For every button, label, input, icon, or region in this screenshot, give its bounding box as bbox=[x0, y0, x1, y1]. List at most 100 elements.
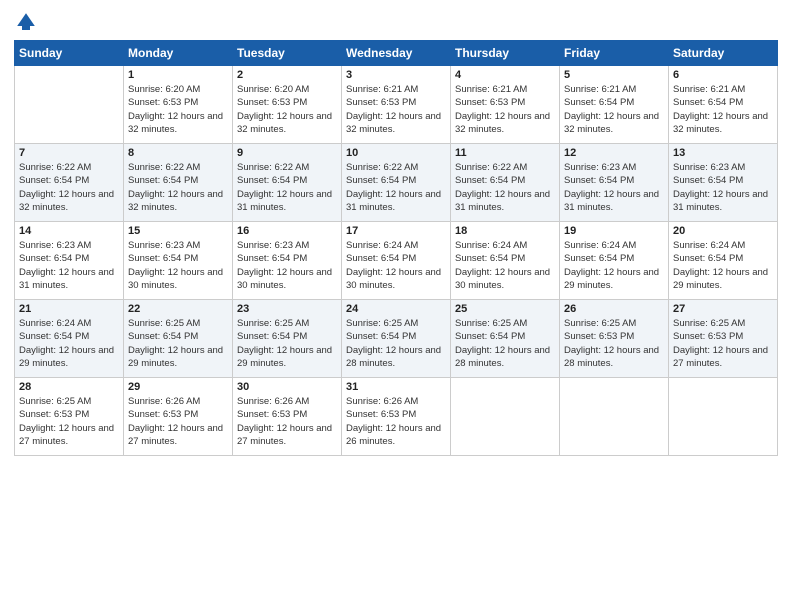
day-info: Sunrise: 6:24 AMSunset: 6:54 PMDaylight:… bbox=[346, 239, 446, 292]
day-cell: 9 Sunrise: 6:22 AMSunset: 6:54 PMDaylight… bbox=[233, 144, 342, 222]
logo-icon bbox=[14, 10, 38, 34]
day-cell: 13 Sunrise: 6:23 AMSunset: 6:54 PMDayligh… bbox=[669, 144, 778, 222]
day-cell: 27 Sunrise: 6:25 AMSunset: 6:53 PMDayligh… bbox=[669, 300, 778, 378]
header-cell-sunday: Sunday bbox=[15, 41, 124, 66]
day-number: 27 bbox=[673, 303, 773, 315]
day-info: Sunrise: 6:26 AMSunset: 6:53 PMDaylight:… bbox=[346, 395, 446, 448]
day-cell bbox=[15, 66, 124, 144]
day-cell: 12 Sunrise: 6:23 AMSunset: 6:54 PMDayligh… bbox=[560, 144, 669, 222]
header bbox=[14, 10, 778, 34]
day-cell: 10Sunrise: 6:22 AMSunset: 6:54 PMDayligh… bbox=[342, 144, 451, 222]
day-info: Sunrise: 6:22 AMSunset: 6:54 PMDaylight:… bbox=[128, 161, 228, 214]
day-cell: 22 Sunrise: 6:25 AMSunset: 6:54 PMDayligh… bbox=[124, 300, 233, 378]
day-info: Sunrise: 6:25 AMSunset: 6:54 PMDaylight:… bbox=[346, 317, 446, 370]
day-cell: 21 Sunrise: 6:24 AMSunset: 6:54 PMDayligh… bbox=[15, 300, 124, 378]
day-number: 7 bbox=[19, 147, 119, 159]
day-cell: 7Sunrise: 6:22 AMSunset: 6:54 PMDaylight… bbox=[15, 144, 124, 222]
header-cell-saturday: Saturday bbox=[669, 41, 778, 66]
calendar-table: SundayMondayTuesdayWednesdayThursdayFrid… bbox=[14, 40, 778, 456]
week-row-3: 14Sunrise: 6:23 AMSunset: 6:54 PMDayligh… bbox=[15, 222, 778, 300]
day-info: Sunrise: 6:20 AMSunset: 6:53 PMDaylight:… bbox=[128, 83, 228, 136]
day-cell: 19Sunrise: 6:24 AMSunset: 6:54 PMDayligh… bbox=[560, 222, 669, 300]
day-number: 31 bbox=[346, 381, 446, 393]
day-number: 15 bbox=[128, 225, 228, 237]
header-cell-thursday: Thursday bbox=[451, 41, 560, 66]
day-info: Sunrise: 6:25 AMSunset: 6:54 PMDaylight:… bbox=[237, 317, 337, 370]
day-number: 11 bbox=[455, 147, 555, 159]
day-number: 12 bbox=[564, 147, 664, 159]
day-info: Sunrise: 6:23 AMSunset: 6:54 PMDaylight:… bbox=[673, 161, 773, 214]
day-cell: 29 Sunrise: 6:26 AMSunset: 6:53 PMDayligh… bbox=[124, 378, 233, 456]
day-number: 30 bbox=[237, 381, 337, 393]
day-cell: 2 Sunrise: 6:20 AMSunset: 6:53 PMDaylight… bbox=[233, 66, 342, 144]
day-cell: 3Sunrise: 6:21 AMSunset: 6:53 PMDaylight… bbox=[342, 66, 451, 144]
day-number: 1 bbox=[128, 69, 228, 81]
day-info: Sunrise: 6:20 AMSunset: 6:53 PMDaylight:… bbox=[237, 83, 337, 136]
day-info: Sunrise: 6:24 AMSunset: 6:54 PMDaylight:… bbox=[455, 239, 555, 292]
logo bbox=[14, 10, 42, 34]
day-cell: 30Sunrise: 6:26 AMSunset: 6:53 PMDayligh… bbox=[233, 378, 342, 456]
day-number: 10 bbox=[346, 147, 446, 159]
week-row-5: 28 Sunrise: 6:25 AMSunset: 6:53 PMDayligh… bbox=[15, 378, 778, 456]
header-cell-tuesday: Tuesday bbox=[233, 41, 342, 66]
day-info: Sunrise: 6:21 AMSunset: 6:54 PMDaylight:… bbox=[564, 83, 664, 136]
day-number: 21 bbox=[19, 303, 119, 315]
header-cell-friday: Friday bbox=[560, 41, 669, 66]
day-info: Sunrise: 6:23 AMSunset: 6:54 PMDaylight:… bbox=[19, 239, 119, 292]
day-info: Sunrise: 6:25 AMSunset: 6:53 PMDaylight:… bbox=[19, 395, 119, 448]
day-number: 8 bbox=[128, 147, 228, 159]
day-cell: 6 Sunrise: 6:21 AMSunset: 6:54 PMDaylight… bbox=[669, 66, 778, 144]
day-number: 22 bbox=[128, 303, 228, 315]
day-info: Sunrise: 6:21 AMSunset: 6:54 PMDaylight:… bbox=[673, 83, 773, 136]
day-cell: 15 Sunrise: 6:23 AMSunset: 6:54 PMDayligh… bbox=[124, 222, 233, 300]
day-number: 20 bbox=[673, 225, 773, 237]
day-cell: 4 Sunrise: 6:21 AMSunset: 6:53 PMDaylight… bbox=[451, 66, 560, 144]
page: SundayMondayTuesdayWednesdayThursdayFrid… bbox=[0, 0, 792, 612]
day-info: Sunrise: 6:25 AMSunset: 6:54 PMDaylight:… bbox=[455, 317, 555, 370]
day-cell: 11 Sunrise: 6:22 AMSunset: 6:54 PMDayligh… bbox=[451, 144, 560, 222]
week-row-2: 7 Sunrise: 6:22 AMSunset: 6:54 PMDaylight… bbox=[15, 144, 778, 222]
day-number: 4 bbox=[455, 69, 555, 81]
day-cell: 17Sunrise: 6:24 AMSunset: 6:54 PMDayligh… bbox=[342, 222, 451, 300]
day-cell: 5 Sunrise: 6:21 AMSunset: 6:54 PMDaylight… bbox=[560, 66, 669, 144]
day-cell: 28 Sunrise: 6:25 AMSunset: 6:53 PMDayligh… bbox=[15, 378, 124, 456]
day-info: Sunrise: 6:25 AMSunset: 6:53 PMDaylight:… bbox=[673, 317, 773, 370]
day-info: Sunrise: 6:23 AMSunset: 6:54 PMDaylight:… bbox=[564, 161, 664, 214]
day-info: Sunrise: 6:22 AMSunset: 6:54 PMDaylight:… bbox=[237, 161, 337, 214]
day-number: 6 bbox=[673, 69, 773, 81]
week-row-1: 1 Sunrise: 6:20 AMSunset: 6:53 PMDaylight… bbox=[15, 66, 778, 144]
day-cell: 1 Sunrise: 6:20 AMSunset: 6:53 PMDaylight… bbox=[124, 66, 233, 144]
day-cell bbox=[560, 378, 669, 456]
header-cell-monday: Monday bbox=[124, 41, 233, 66]
day-info: Sunrise: 6:22 AMSunset: 6:54 PMDaylight:… bbox=[455, 161, 555, 214]
day-number: 5 bbox=[564, 69, 664, 81]
day-cell: 23Sunrise: 6:25 AMSunset: 6:54 PMDayligh… bbox=[233, 300, 342, 378]
day-info: Sunrise: 6:23 AMSunset: 6:54 PMDaylight:… bbox=[237, 239, 337, 292]
day-number: 28 bbox=[19, 381, 119, 393]
day-number: 9 bbox=[237, 147, 337, 159]
day-info: Sunrise: 6:26 AMSunset: 6:53 PMDaylight:… bbox=[128, 395, 228, 448]
day-cell: 31 Sunrise: 6:26 AMSunset: 6:53 PMDayligh… bbox=[342, 378, 451, 456]
day-number: 26 bbox=[564, 303, 664, 315]
header-row: SundayMondayTuesdayWednesdayThursdayFrid… bbox=[15, 41, 778, 66]
day-number: 18 bbox=[455, 225, 555, 237]
day-number: 16 bbox=[237, 225, 337, 237]
day-info: Sunrise: 6:21 AMSunset: 6:53 PMDaylight:… bbox=[455, 83, 555, 136]
day-cell bbox=[669, 378, 778, 456]
day-cell: 24 Sunrise: 6:25 AMSunset: 6:54 PMDayligh… bbox=[342, 300, 451, 378]
day-cell bbox=[451, 378, 560, 456]
day-info: Sunrise: 6:25 AMSunset: 6:53 PMDaylight:… bbox=[564, 317, 664, 370]
day-info: Sunrise: 6:23 AMSunset: 6:54 PMDaylight:… bbox=[128, 239, 228, 292]
day-number: 24 bbox=[346, 303, 446, 315]
day-number: 29 bbox=[128, 381, 228, 393]
day-cell: 26 Sunrise: 6:25 AMSunset: 6:53 PMDayligh… bbox=[560, 300, 669, 378]
day-cell: 18 Sunrise: 6:24 AMSunset: 6:54 PMDayligh… bbox=[451, 222, 560, 300]
day-info: Sunrise: 6:25 AMSunset: 6:54 PMDaylight:… bbox=[128, 317, 228, 370]
week-row-4: 21 Sunrise: 6:24 AMSunset: 6:54 PMDayligh… bbox=[15, 300, 778, 378]
day-number: 13 bbox=[673, 147, 773, 159]
day-cell: 25Sunrise: 6:25 AMSunset: 6:54 PMDayligh… bbox=[451, 300, 560, 378]
day-info: Sunrise: 6:24 AMSunset: 6:54 PMDaylight:… bbox=[19, 317, 119, 370]
header-cell-wednesday: Wednesday bbox=[342, 41, 451, 66]
day-info: Sunrise: 6:21 AMSunset: 6:53 PMDaylight:… bbox=[346, 83, 446, 136]
day-number: 2 bbox=[237, 69, 337, 81]
